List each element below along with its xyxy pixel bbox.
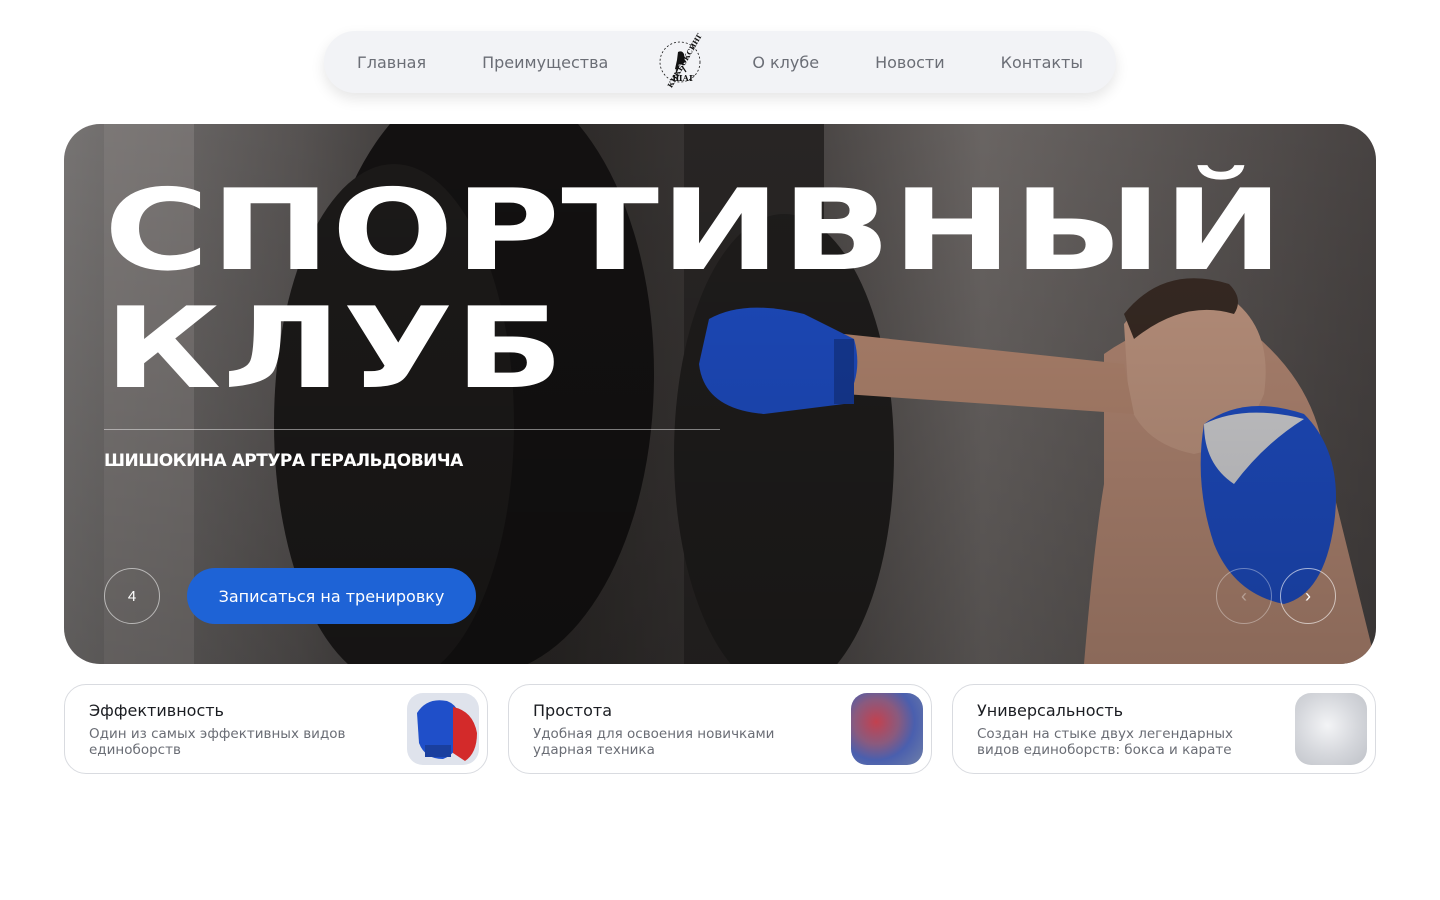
chevron-right-icon: › (1305, 585, 1311, 606)
hero-title-line2: КЛУБ (104, 284, 566, 414)
nav-item-advantages[interactable]: Преимущества (482, 53, 608, 72)
chevron-left-icon: ‹ (1241, 585, 1247, 606)
hero-subtitle: ШИШОКИНА АРТУРА ГЕРАЛЬДОВИЧА (104, 451, 463, 471)
nav-item-about[interactable]: О клубе (752, 53, 819, 72)
nav-item-news[interactable]: Новости (875, 53, 945, 72)
hero-title-line1: СПОРТИВНЫЙ (104, 166, 1285, 296)
feature-card-versatility: Универсальность Создан на стыке двух лег… (952, 684, 1376, 774)
slider-next-button[interactable]: › (1280, 568, 1336, 624)
nav-item-contacts[interactable]: Контакты (1001, 53, 1083, 72)
logo-bottom-text: ШАГ (672, 73, 695, 83)
slider-prev-button[interactable]: ‹ (1216, 568, 1272, 624)
signup-training-button[interactable]: Записаться на тренировку (187, 568, 476, 624)
club-logo[interactable]: КИКБОКСИНГ ШАГ (658, 32, 704, 89)
feature-title: Эффективность (89, 701, 224, 720)
hero-title: СПОРТИВНЫЙ КЛУБ (104, 172, 1284, 408)
feature-text: Удобная для освоения новичками ударная т… (533, 726, 775, 758)
nav-item-home[interactable]: Главная (357, 53, 426, 72)
feature-card-efficiency: Эффективность Один из самых эффективных … (64, 684, 488, 774)
feature-title: Универсальность (977, 701, 1124, 720)
blurred-gloves-icon (851, 693, 923, 765)
blurred-light-icon (1295, 693, 1367, 765)
feature-text: Создан на стыке двух легендарных видов е… (977, 726, 1234, 758)
hero-banner: СПОРТИВНЫЙ КЛУБ ШИШОКИНА АРТУРА ГЕРАЛЬДО… (64, 124, 1376, 664)
hero-divider (104, 429, 720, 430)
feature-text: Один из самых эффективных видов единобор… (89, 726, 346, 758)
slide-number-badge: 4 (104, 568, 160, 624)
main-nav: Главная Преимущества КИКБОКСИНГ ШАГ О кл… (324, 31, 1116, 93)
boxing-glove-icon (407, 693, 479, 765)
feature-card-simplicity: Простота Удобная для освоения новичками … (508, 684, 932, 774)
feature-title: Простота (533, 701, 613, 720)
